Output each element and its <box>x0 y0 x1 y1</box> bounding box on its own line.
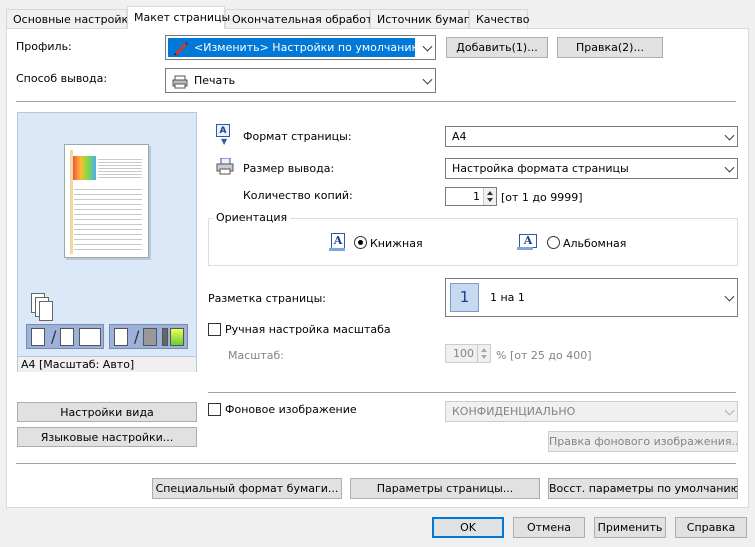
color-mode-icon: / <box>109 324 188 349</box>
spin-arrows-icon[interactable] <box>477 345 490 362</box>
page-layout-select[interactable]: 1 1 на 1 <box>445 278 738 317</box>
page-format-icon: A ▼ <box>216 124 232 146</box>
copies-label: Количество копий: <box>243 189 353 202</box>
help-button[interactable]: Справка <box>675 517 747 538</box>
scale-label: Масштаб: <box>228 349 284 362</box>
output-size-select[interactable]: Настройка формата страницы <box>445 158 738 179</box>
portrait-a-icon: A <box>329 233 345 251</box>
page-format-value: A4 <box>452 130 467 143</box>
copies-stepper[interactable]: 1 <box>445 187 497 206</box>
pencil-icon <box>173 41 189 55</box>
watermark-checkbox[interactable] <box>208 403 221 416</box>
scale-stepper[interactable]: 100 <box>445 344 491 363</box>
spin-arrows-icon[interactable] <box>483 188 496 205</box>
tab-paper-source[interactable]: Источник бумаги <box>370 9 477 28</box>
divider <box>208 392 736 393</box>
output-size-label: Размер вывода: <box>243 162 335 175</box>
scale-value: 100 <box>453 347 474 360</box>
page-layout-label: Разметка страницы: <box>208 292 326 305</box>
output-method-select[interactable]: Печать <box>165 68 436 93</box>
landscape-label[interactable]: Альбомная <box>563 237 626 250</box>
tab-finishing[interactable]: Окончательная обработка <box>225 9 386 28</box>
preview-pane: / / A4 [Масштаб: Авто] <box>17 112 197 372</box>
ok-button[interactable]: OK <box>432 517 504 538</box>
edit-watermark-button[interactable]: Правка фонового изображения... <box>548 431 738 452</box>
custom-paper-button[interactable]: Специальный формат бумаги... <box>152 478 342 499</box>
page-format-select[interactable]: A4 <box>445 126 738 147</box>
portrait-radio[interactable] <box>354 236 367 249</box>
page-format-label: Формат страницы: <box>243 130 352 143</box>
restore-defaults-button[interactable]: Восст. параметры по умолчанию <box>548 478 738 499</box>
scale-range: % [от 25 до 400] <box>496 349 592 362</box>
view-settings-button[interactable]: Настройки вида <box>17 402 197 422</box>
apply-button[interactable]: Применить <box>594 517 666 538</box>
landscape-radio[interactable] <box>547 236 560 249</box>
page-options-button[interactable]: Параметры страницы... <box>350 478 540 499</box>
orientation-label: Ориентация <box>213 211 291 224</box>
language-settings-button[interactable]: Языковые настройки... <box>17 427 197 447</box>
copies-value: 1 <box>473 190 480 203</box>
chevron-down-icon <box>422 74 433 85</box>
add-profile-button[interactable]: Добавить(1)... <box>446 37 548 58</box>
profile-select[interactable]: <Изменить> Настройки по умолчанию <box>165 35 436 60</box>
orientation-group <box>208 218 738 266</box>
chevron-down-icon <box>724 162 735 173</box>
landscape-a-icon: A <box>517 234 537 250</box>
chevron-down-icon <box>724 405 735 416</box>
text-lines <box>98 157 142 179</box>
cancel-button[interactable]: Отмена <box>513 517 585 538</box>
text-lines <box>74 185 142 251</box>
chevron-down-icon <box>724 291 735 302</box>
portrait-label[interactable]: Книжная <box>370 237 423 250</box>
output-method-label: Способ вывода: <box>16 72 108 85</box>
watermark-value: КОНФИДЕНЦИАЛЬНО <box>452 405 576 418</box>
divider <box>16 101 736 102</box>
output-size-icon <box>216 157 234 175</box>
copies-stack-icon <box>31 293 53 323</box>
watermark-select[interactable]: КОНФИДЕНЦИАЛЬНО <box>445 401 738 422</box>
tab-basic-settings[interactable]: Основные настройки <box>6 9 135 28</box>
output-method-value: Печать <box>194 74 236 87</box>
divider <box>16 463 736 464</box>
output-size-value: Настройка формата страницы <box>452 162 629 175</box>
tab-page-layout[interactable]: Макет страницы <box>127 6 230 29</box>
tab-quality[interactable]: Качество <box>469 9 530 28</box>
manual-scale-checkbox[interactable] <box>208 323 221 336</box>
preview-caption: A4 [Масштаб: Авто] <box>18 356 196 372</box>
page-layout-value: 1 на 1 <box>490 291 525 304</box>
manual-scale-label[interactable]: Ручная настройка масштаба <box>225 323 391 336</box>
profile-label: Профиль: <box>16 40 72 53</box>
profile-value: <Изменить> Настройки по умолчанию <box>194 41 415 54</box>
image-preview <box>73 156 96 180</box>
layout-badge-icon: 1 <box>450 283 479 312</box>
page-preview <box>64 144 149 258</box>
duplex-booklet-icon: / <box>26 324 104 349</box>
printer-icon <box>172 74 188 89</box>
edit-profile-button[interactable]: Правка(2)... <box>557 37 663 58</box>
copies-range: [от 1 до 9999] <box>501 191 583 204</box>
profile-selected-item: <Изменить> Настройки по умолчанию <box>168 38 415 57</box>
watermark-label[interactable]: Фоновое изображение <box>225 403 357 416</box>
chevron-down-icon <box>724 130 735 141</box>
chevron-down-icon <box>422 41 433 52</box>
